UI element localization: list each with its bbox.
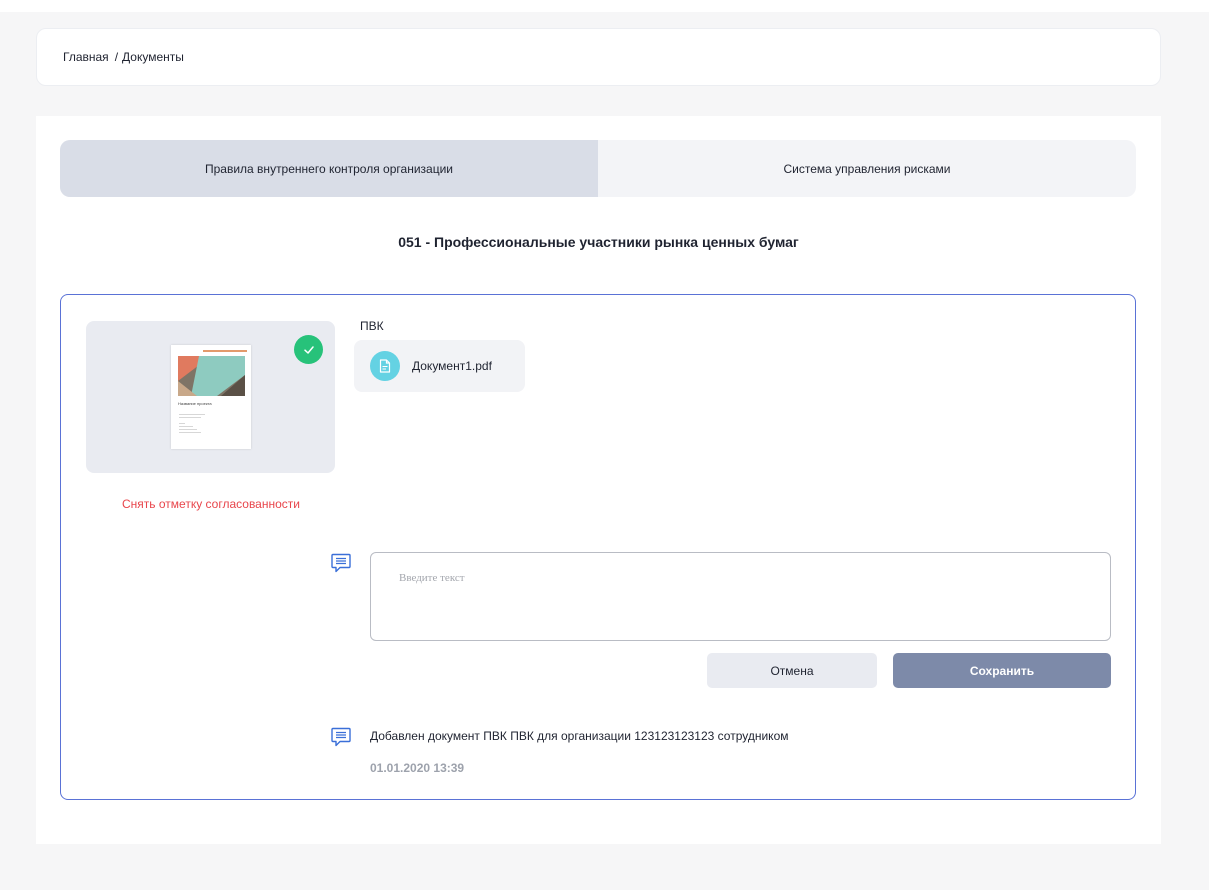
- tab-risk-management[interactable]: Система управления рисками: [598, 140, 1136, 197]
- history-entry-text: Добавлен документ ПВК ПВК для организаци…: [370, 729, 789, 743]
- save-button[interactable]: Сохранить: [893, 653, 1111, 688]
- document-preview[interactable]: Название проекта: [86, 321, 335, 473]
- breadcrumb-home[interactable]: Главная: [63, 50, 109, 64]
- tabs-bar: Правила внутреннего контроля организации…: [60, 140, 1136, 197]
- approved-badge: [294, 335, 323, 364]
- document-thumbnail: Название проекта: [171, 345, 251, 449]
- tab-label: Система управления рисками: [783, 161, 951, 176]
- documents-card: Правила внутреннего контроля организации…: [36, 116, 1161, 844]
- document-panel: Название проекта Снять отметку согласова…: [60, 294, 1136, 800]
- file-name: Документ1.pdf: [412, 359, 492, 373]
- breadcrumb-separator: /: [114, 50, 119, 64]
- cancel-button[interactable]: Отмена: [707, 653, 877, 688]
- comment-icon: [331, 727, 351, 747]
- tab-internal-control-rules[interactable]: Правила внутреннего контроля организации: [60, 140, 598, 197]
- tab-label: Правила внутреннего контроля организации: [205, 161, 453, 176]
- section-title: 051 - Профессиональные участники рынка ц…: [398, 234, 799, 250]
- thumbnail-graphic: [171, 345, 251, 449]
- history-entry-date: 01.01.2020 13:39: [370, 761, 465, 775]
- comment-icon: [331, 553, 351, 573]
- top-strip: [0, 0, 1209, 12]
- document-icon: [379, 359, 391, 373]
- remove-approval-link[interactable]: Снять отметку согласованности: [61, 497, 361, 511]
- document-type-label: ПВК: [360, 319, 384, 333]
- check-icon: [303, 345, 314, 354]
- file-icon-circle: [370, 351, 400, 381]
- breadcrumb: Главная / Документы: [36, 28, 1161, 86]
- breadcrumb-current: Документы: [122, 50, 184, 64]
- comment-input[interactable]: [370, 552, 1111, 641]
- file-attachment[interactable]: Документ1.pdf: [354, 340, 525, 392]
- thumbnail-title: Название проекта: [178, 401, 212, 406]
